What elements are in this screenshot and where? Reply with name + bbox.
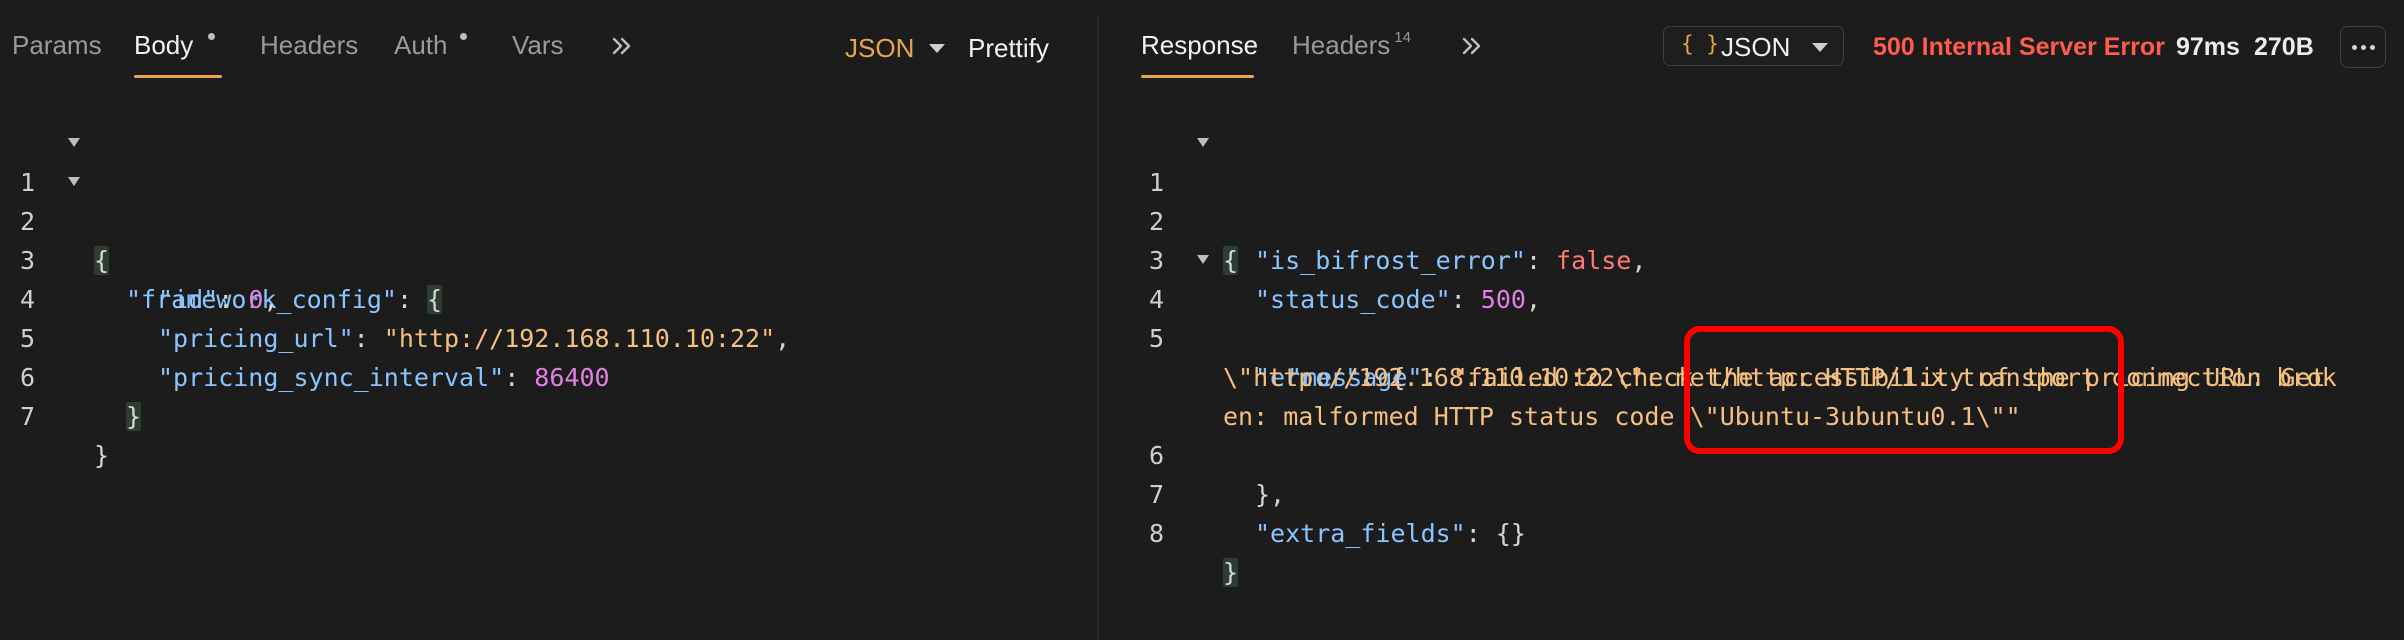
code-line: 2 "framework_config": { <box>0 163 1097 314</box>
code-line: 5 "message": "failed to check the access… <box>1100 280 2404 392</box>
tab-vars[interactable]: Vars <box>512 30 564 61</box>
response-format-select[interactable]: { } JSON <box>1663 26 1844 66</box>
response-time: 97ms <box>2176 33 2240 61</box>
prettify-button[interactable]: Prettify <box>968 33 1049 64</box>
body-format-select[interactable]: JSON <box>845 33 914 64</box>
body-modified-dot <box>208 33 215 40</box>
code-line: 3 "status_code": 500, <box>1100 202 2404 314</box>
code-line: 4 "error": { <box>1100 241 2404 392</box>
response-body-viewer[interactable]: 1 { 2 "is_bifrost_error": false, 3 "stat… <box>1100 124 2404 587</box>
code-line: 8 } <box>1100 475 2404 587</box>
request-body-editor[interactable]: 1 { 2 "framework_config": { 3 "id": 0, 4… <box>0 124 1097 470</box>
more-options-icon[interactable] <box>2340 26 2386 68</box>
request-pane: Params Body Headers Auth Vars JSON Prett… <box>0 0 1097 640</box>
fold-toggle-icon[interactable] <box>1197 138 1209 147</box>
code-line: 1 { <box>0 124 1097 275</box>
overflow-tabs-icon[interactable] <box>1458 32 1486 60</box>
braces-icon: { } <box>1681 32 1719 56</box>
response-size: 270B <box>2254 33 2314 61</box>
response-pane: Response Headers 14 { } JSON 500 Internal… <box>1100 0 2404 640</box>
fold-toggle-icon[interactable] <box>68 177 80 186</box>
code-line: 2 "is_bifrost_error": false, <box>1100 163 2404 275</box>
code-line-wrap: en: malformed HTTP status code \"Ubuntu-… <box>1100 358 2404 431</box>
tab-headers[interactable]: Headers <box>260 30 358 61</box>
tab-auth[interactable]: Auth <box>394 30 448 61</box>
pane-divider[interactable] <box>1097 16 1099 640</box>
chevron-down-icon <box>929 44 945 53</box>
active-tab-indicator <box>1141 75 1254 78</box>
active-tab-indicator <box>134 75 222 78</box>
request-tabbar: Params Body Headers Auth Vars JSON Prett… <box>0 0 1097 84</box>
overflow-tabs-icon[interactable] <box>608 32 636 60</box>
headers-count-badge: 14 <box>1394 29 1411 46</box>
tab-response[interactable]: Response <box>1141 30 1258 61</box>
status-badge: 500 Internal Server Error <box>1873 33 2165 61</box>
code-line: 4 "pricing_url": "http://192.168.110.10:… <box>0 241 1097 353</box>
chevron-down-icon <box>1812 43 1828 52</box>
tab-label: Headers <box>1292 30 1391 60</box>
tab-body[interactable]: Body <box>134 30 193 61</box>
fold-toggle-icon[interactable] <box>68 138 80 147</box>
code-line: 5 "pricing_sync_interval": 86400 <box>0 280 1097 392</box>
code-line-wrap: \"http://192.168.110.10:22\": net/http: … <box>1100 319 2404 392</box>
tab-response-headers[interactable]: Headers 14 <box>1292 29 1411 61</box>
line-number: 8 <box>1149 519 1165 548</box>
json-key: "extra_fields" <box>1255 519 1466 548</box>
tab-params[interactable]: Params <box>12 30 102 61</box>
json-object: {} <box>1495 519 1526 548</box>
code-line: 3 "id": 0, <box>0 202 1097 314</box>
code-line: 7 } <box>0 358 1097 470</box>
code-line: 6 }, <box>1100 397 2404 509</box>
code-line: 1 { <box>1100 124 2404 275</box>
code-line: 7 "extra_fields": {} <box>1100 436 2404 548</box>
response-tabbar: Response Headers 14 { } JSON 500 Internal… <box>1100 0 2404 84</box>
format-label: JSON <box>1721 32 1791 62</box>
code-line: 6 } <box>0 319 1097 431</box>
line-number: 7 <box>20 402 36 431</box>
fold-toggle-icon[interactable] <box>1197 255 1209 264</box>
auth-modified-dot <box>460 33 467 40</box>
